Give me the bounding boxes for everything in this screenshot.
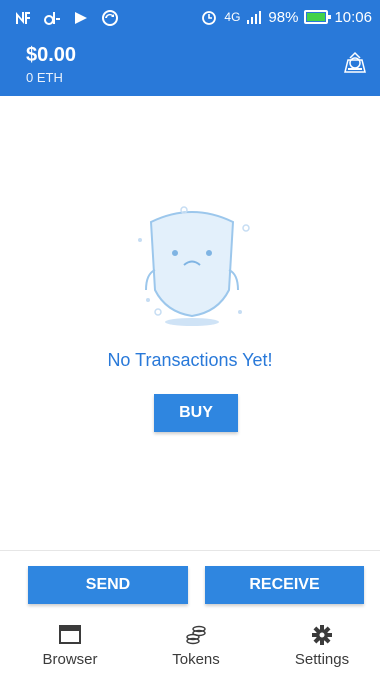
- status-bar: 4G 98% 10:06: [0, 0, 380, 36]
- money-wallet-icon[interactable]: [342, 50, 368, 76]
- divider: [0, 550, 380, 551]
- tab-tokens[interactable]: Tokens: [136, 616, 256, 673]
- gear-icon: [312, 625, 332, 645]
- status-indicators: 4G 98% 10:06: [200, 8, 372, 26]
- tab-browser-label: Browser: [42, 651, 98, 668]
- battery-level: [307, 13, 326, 21]
- coins-icon: [186, 625, 206, 645]
- clock: 10:06: [334, 8, 372, 26]
- send-button[interactable]: SEND: [28, 566, 188, 604]
- alarm-icon: [202, 11, 217, 25]
- signal-icon: [247, 11, 262, 24]
- battery-percent: 98%: [268, 8, 299, 26]
- receive-button[interactable]: RECEIVE: [205, 566, 364, 604]
- notification-icons: [14, 9, 119, 27]
- sync-icon: [102, 10, 118, 26]
- play-store-icon: [75, 12, 87, 24]
- balance-amount: $0.00: [26, 44, 77, 66]
- bottom-tab-bar: Browser Tokens Settings: [0, 616, 380, 673]
- app-notification-icon: [44, 12, 60, 25]
- network-type: 4G: [224, 10, 241, 24]
- wallet-header: $0.00 0 ETH: [0, 36, 380, 96]
- sad-shield-icon: [138, 206, 250, 326]
- tab-browser[interactable]: Browser: [10, 616, 130, 673]
- nfc-icon: [16, 12, 30, 24]
- battery-icon: [304, 10, 332, 24]
- tab-settings-label: Settings: [294, 651, 350, 668]
- balance-eth: 0 ETH: [26, 70, 63, 85]
- empty-state-message: No Transactions Yet!: [107, 350, 273, 370]
- browser-icon: [59, 625, 81, 644]
- tab-settings[interactable]: Settings: [262, 616, 380, 673]
- tab-tokens-label: Tokens: [172, 651, 220, 668]
- buy-button[interactable]: BUY: [154, 394, 238, 432]
